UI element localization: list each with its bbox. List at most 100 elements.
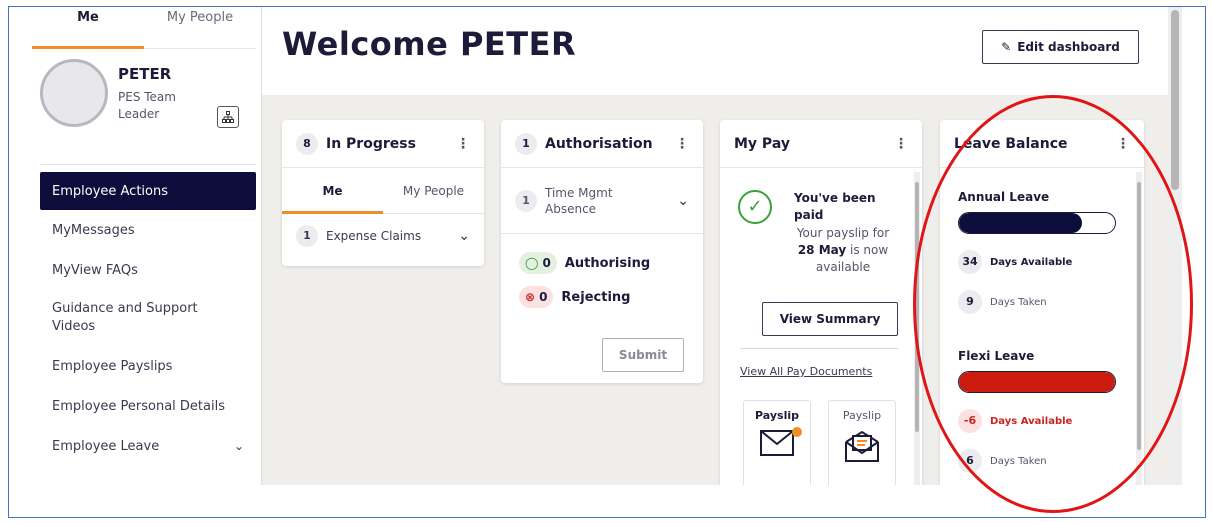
page-title: Welcome PETER [282,25,577,63]
payslip-label: Payslip [755,409,799,422]
sidebar-item-label: MyMessages [52,222,135,238]
paid-text-1: Your payslip for [796,226,890,240]
payslip-label: Payslip [842,409,882,422]
dashboard-header: Welcome PETER ✎ Edit dashboard [262,7,1168,95]
sidebar-item-employee-personal-details[interactable]: Employee Personal Details [40,386,256,426]
chevron-down-icon[interactable]: ⌄ [677,193,689,209]
sidebar-item-mymessages[interactable]: MyMessages [40,210,256,250]
sidebar-item-guidance-videos[interactable]: Guidance and Support Videos [40,290,256,346]
kebab-menu-icon[interactable]: ⋮ [1116,136,1130,152]
paid-text: Your payslip for 28 May is now available [784,225,902,276]
divider [740,348,898,349]
card-scroll-thumb[interactable] [1137,182,1141,450]
sidebar-item-label: Employee Payslips [52,358,173,374]
view-summary-button[interactable]: View Summary [762,302,898,336]
sidebar-item-label: Employee Actions [52,183,169,199]
kebab-menu-icon[interactable]: ⋮ [894,136,908,152]
kebab-menu-icon[interactable]: ⋮ [675,136,689,152]
check-circle-icon: ✓ [738,190,772,224]
view-all-pay-documents-link[interactable]: View All Pay Documents [740,365,872,378]
open-envelope-icon [829,430,895,465]
annual-taken-row: 9 Days Taken [958,290,1047,314]
sidebar-item-label: Guidance and Support Videos [52,301,198,334]
annual-available-label: Days Available [990,256,1073,268]
card-header: My Pay ⋮ [720,120,922,168]
profile-role: PES Team Leader [118,90,176,121]
org-chart-button[interactable] [217,106,239,128]
payslip-tile[interactable]: Payslip [828,400,896,485]
avatar[interactable] [40,59,108,127]
list-item[interactable]: 1 Time Mgmt Absence ⌄ [501,168,703,234]
chevron-down-icon[interactable]: ⌄ [458,228,470,244]
card-scroll-thumb[interactable] [915,182,919,432]
annual-available-row: 34 Days Available [958,250,1072,274]
flexi-leave-bar [958,371,1116,393]
sidebar-tabs: Me My People [32,7,256,49]
kebab-menu-icon[interactable]: ⋮ [456,136,470,152]
notification-dot [792,427,802,437]
authorisation-card: 1 Authorisation ⋮ 1 Time Mgmt Absence ⌄ … [501,120,703,383]
annual-available-count: 34 [958,250,982,274]
dashboard-main: Welcome PETER ✎ Edit dashboard 8 In Prog… [262,7,1168,485]
rejecting-count: 0 [539,290,548,304]
item-count: 1 [296,225,318,247]
card-title: In Progress [326,135,416,152]
paid-date: 28 May [797,243,847,257]
in-progress-card: 8 In Progress ⋮ Me My People 1 Expense C… [282,120,484,266]
x-circle-icon: ⊗ [525,290,536,304]
sidebar-item-label: Employee Leave [52,438,160,454]
flexi-leave-bar-fill [959,372,1115,392]
item-label: Time Mgmt Absence [545,185,613,216]
sidebar-item-myview-faqs[interactable]: MyView FAQs [40,250,256,290]
sidebar: Me My People PETER PES Team Leader Emplo… [10,7,272,485]
flexi-available-count: -6 [958,409,982,433]
card-title: Leave Balance [954,135,1068,152]
chevron-down-icon[interactable]: ⌄ [234,439,244,453]
active-tab-underline [282,211,383,214]
check-circle-icon: ◯ [525,256,539,270]
rejecting-pill: ⊗ 0 [519,286,554,308]
paid-title: You've been paid [794,191,876,222]
annual-leave-label: Annual Leave [958,190,1050,204]
flexi-available-label: Days Available [990,415,1073,427]
payslip-tile[interactable]: Payslip [743,400,811,485]
rejecting-label: Rejecting [561,289,631,305]
flexi-taken-count: 6 [958,449,982,473]
in-progress-tabs: Me My People [282,168,484,214]
sidebar-item-employee-payslips[interactable]: Employee Payslips [40,346,256,386]
sidebar-item-employee-leave[interactable]: Employee Leave ⌄ [40,426,256,466]
sidebar-menu: Employee Actions MyMessages MyView FAQs … [40,164,256,466]
annual-leave-bar-fill [959,213,1083,233]
flexi-available-row: -6 Days Available [958,409,1072,433]
list-item[interactable]: 1 Expense Claims ⌄ [282,214,484,258]
card-title: Authorisation [545,135,653,152]
profile-name: PETER [118,65,172,83]
card-header: 1 Authorisation ⋮ [501,120,703,168]
my-pay-card: My Pay ⋮ ✓ You've been paid Your payslip… [720,120,922,485]
tab-my-people[interactable]: My People [144,7,256,49]
tab-me[interactable]: Me [32,7,144,49]
tab-my-people[interactable]: My People [383,184,484,198]
card-title: My Pay [734,135,790,152]
sidebar-item-label: MyView FAQs [52,262,138,278]
pencil-icon: ✎ [1001,40,1012,54]
edit-dashboard-button[interactable]: ✎ Edit dashboard [982,30,1139,64]
sidebar-item-employee-actions[interactable]: Employee Actions [40,172,256,210]
annual-leave-bar [958,212,1116,234]
org-chart-icon [222,111,234,123]
submit-button[interactable]: Submit [602,338,684,372]
authorising-pill: ◯ 0 [519,252,557,274]
tab-me[interactable]: Me [282,184,383,198]
main-scroll-thumb[interactable] [1171,10,1179,190]
annual-taken-label: Days Taken [990,296,1047,308]
edit-dashboard-label: Edit dashboard [1017,40,1120,54]
card-header: Leave Balance ⋮ [940,120,1144,168]
in-progress-count: 8 [296,132,318,155]
authorising-count: 0 [542,256,551,270]
sidebar-item-label: Employee Personal Details [52,398,225,414]
authorising-stat: ◯ 0 Authorising [501,246,703,280]
rejecting-stat: ⊗ 0 Rejecting [501,280,703,314]
item-label: Expense Claims [326,229,422,243]
annual-taken-count: 9 [958,290,982,314]
flexi-leave-label: Flexi Leave [958,349,1035,363]
